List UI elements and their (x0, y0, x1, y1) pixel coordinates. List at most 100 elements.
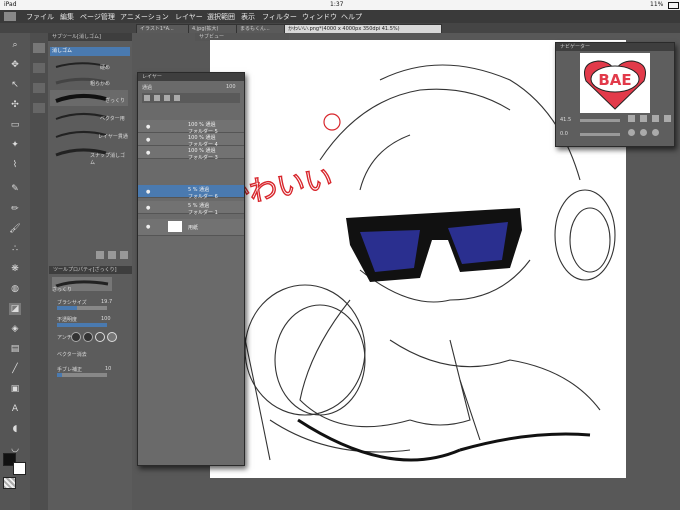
visibility-eye-icon[interactable]: ● (146, 224, 150, 230)
clock: 1:37 (330, 1, 344, 8)
layer-opacity-value[interactable]: 100 (226, 84, 236, 90)
layer-row[interactable]: ● 100 % 通過 フォルダー 4 (138, 133, 244, 148)
subtool-label: ざっくり (105, 98, 126, 104)
vector-erase-label: ベクター消去 (57, 352, 87, 358)
airbrush-group-icon[interactable] (33, 103, 45, 113)
new-layer-icon[interactable] (144, 95, 150, 101)
pen-group-icon[interactable] (33, 63, 45, 73)
reset-rotate-icon[interactable] (652, 129, 659, 136)
move-tool-icon[interactable]: ✥ (9, 59, 21, 71)
menu-view[interactable]: 表示 (241, 12, 255, 22)
balloon-tool-icon[interactable]: ◖ (9, 423, 21, 435)
brush-size-value: 19.7 (101, 299, 113, 305)
layer-name: 用紙 (188, 225, 199, 231)
rotate-slider[interactable] (580, 133, 620, 136)
visibility-eye-icon[interactable]: ● (146, 205, 150, 211)
subtool-item-soft[interactable]: 粗らかめ (50, 74, 128, 88)
logo-text: BAE (598, 71, 631, 89)
subtool-item-through-layer[interactable]: レイヤー貫通 (50, 126, 128, 142)
angle-value[interactable]: 0.0 (560, 131, 568, 137)
subtool-item-rough[interactable]: ざっくり (50, 90, 128, 106)
visibility-eye-icon[interactable]: ● (146, 189, 150, 195)
layer-row[interactable]: ● 100 % 通過 フォルダー 3 (138, 146, 244, 161)
blend-mode-select[interactable]: 通過 (142, 84, 152, 91)
layer-row-selected[interactable]: ● 5 % 通過 フォルダー 6 (138, 185, 244, 200)
visibility-eye-icon[interactable]: ● (146, 137, 150, 143)
brush-group-icon[interactable] (33, 83, 45, 93)
fill-tool-icon[interactable]: ◈ (9, 323, 21, 335)
visibility-eye-icon[interactable]: ● (146, 150, 150, 156)
opacity-slider[interactable] (57, 323, 107, 327)
menu-bar: ファイル 編集 ページ管理 アニメーション レイヤー 選択範囲 表示 フィルター… (0, 10, 680, 24)
opacity-label: 不透明度 (57, 317, 78, 323)
aa-medium-icon[interactable] (95, 332, 105, 342)
subtool-delete-icon[interactable] (120, 251, 128, 259)
blend-tool-icon[interactable]: ◍ (9, 283, 21, 295)
layer-name: 5 % 通過 フォルダー 1 (188, 203, 218, 216)
gradient-tool-icon[interactable]: ▤ (9, 343, 21, 355)
menu-layer[interactable]: レイヤー (175, 12, 203, 22)
clip-icon[interactable] (174, 95, 180, 101)
eraser-group-icon[interactable] (33, 43, 45, 53)
subtool-item-snap[interactable]: スナップ消しゴム (50, 144, 128, 166)
brush-size-slider[interactable] (57, 306, 107, 310)
figure-tool-icon[interactable]: ╱ (9, 363, 21, 375)
rotate-left-icon[interactable] (628, 129, 635, 136)
layer-row[interactable]: ● 5 % 通過 フォルダー 1 (138, 201, 244, 216)
subtool-settings-icon[interactable] (96, 251, 104, 259)
navigator-header: ナビゲーター (556, 43, 674, 51)
subtool-panel-header: サブツール[消しゴム] (48, 33, 132, 41)
rotate-right-icon[interactable] (640, 129, 647, 136)
transparent-color-swatch[interactable] (3, 477, 16, 489)
subtool-item-eraser[interactable]: 消しゴム (50, 47, 130, 56)
airbrush-tool-icon[interactable]: ∴ (9, 243, 21, 255)
zoom-slider[interactable] (580, 119, 620, 122)
brush-tool-icon[interactable]: 🖌 (9, 223, 21, 235)
new-folder-icon[interactable] (154, 95, 160, 101)
subtool-label: スナップ消しゴム (90, 153, 126, 166)
auto-select-tool-icon[interactable]: ✦ (9, 139, 21, 151)
subtool-item-vector[interactable]: ベクター用 (50, 108, 128, 124)
lock-icon[interactable] (164, 95, 170, 101)
eraser-tool-icon[interactable]: ◪ (9, 303, 21, 315)
stabilize-slider[interactable] (57, 373, 107, 377)
zoom-in-icon[interactable] (628, 115, 635, 122)
selection-tool-icon[interactable]: ▭ (9, 119, 21, 131)
menu-edit[interactable]: 編集 (60, 12, 74, 22)
layer-row-paper[interactable]: ● 用紙 (138, 219, 244, 236)
layer-row[interactable]: ● 100 % 通過 フォルダー 5 (138, 120, 244, 135)
menu-page[interactable]: ページ管理 (80, 12, 115, 22)
menu-help[interactable]: ヘルプ (341, 12, 362, 22)
zoom-out-icon[interactable] (640, 115, 647, 122)
stabilize-value: 10 (105, 366, 112, 372)
decoration-tool-icon[interactable]: ❋ (9, 263, 21, 275)
aa-strong-icon[interactable] (107, 332, 117, 342)
pencil-tool-icon[interactable]: ✏ (9, 203, 21, 215)
sub-color-swatch[interactable] (13, 462, 26, 475)
text-tool-icon[interactable]: A (9, 403, 21, 415)
menu-animation[interactable]: アニメーション (120, 12, 169, 22)
menu-filter[interactable]: フィルター (262, 12, 297, 22)
fit-screen-icon[interactable] (652, 115, 659, 122)
visibility-eye-icon[interactable]: ● (146, 124, 150, 130)
zoom-value[interactable]: 41.5 (560, 117, 571, 123)
flip-icon[interactable] (664, 115, 671, 122)
navigator-thumbnail[interactable]: BAE (580, 53, 650, 113)
subtool-copy-icon[interactable] (108, 251, 116, 259)
zoom-tool-icon[interactable]: ⌕ (9, 39, 21, 51)
layer-toolbar (142, 93, 240, 103)
menu-file[interactable]: ファイル (26, 12, 54, 22)
pen-tool-icon[interactable]: ✎ (9, 183, 21, 195)
move-layer-tool-icon[interactable]: ✣ (9, 99, 21, 111)
eyedropper-tool-icon[interactable]: ⌇ (9, 159, 21, 171)
battery-icon (668, 2, 679, 9)
tool-name: ざっくり (52, 287, 73, 293)
aa-weak-icon[interactable] (83, 332, 93, 342)
aa-none-icon[interactable] (71, 332, 81, 342)
frame-tool-icon[interactable]: ▣ (9, 383, 21, 395)
navigator-panel: ナビゲーター BAE 41.5 0.0 (555, 42, 675, 147)
subtool-item-hard[interactable]: 硬め (50, 58, 128, 72)
menu-selection[interactable]: 選択範囲 (207, 12, 235, 22)
operation-tool-icon[interactable]: ↖ (9, 79, 21, 91)
menu-window[interactable]: ウィンドウ (302, 12, 337, 22)
